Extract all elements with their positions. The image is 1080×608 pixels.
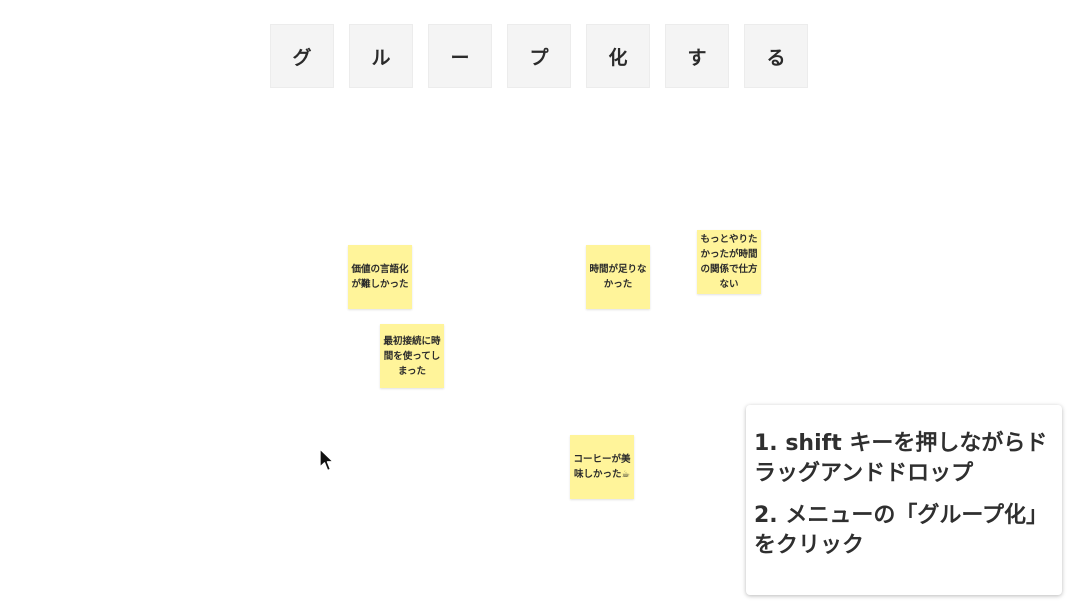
instruction-step-1: 1. shift キーを押しながらドラッグアンドドロップ: [754, 431, 1048, 486]
sticky-note[interactable]: もっとやりたかったが時間の関係で仕方ない: [697, 230, 761, 294]
sticky-note[interactable]: 時間が足りなかった: [586, 245, 650, 309]
title-tile[interactable]: グ: [270, 24, 334, 88]
title-tile[interactable]: る: [744, 24, 808, 88]
title-tile[interactable]: プ: [507, 24, 571, 88]
title-tile[interactable]: す: [665, 24, 729, 88]
mouse-pointer-icon: [319, 448, 334, 472]
title-tile[interactable]: 化: [586, 24, 650, 88]
title-tile[interactable]: ル: [349, 24, 413, 88]
title-tile[interactable]: ー: [428, 24, 492, 88]
sticky-note[interactable]: 価値の言語化が難しかった: [348, 245, 412, 309]
sticky-note[interactable]: コーヒーが美味しかった☕: [570, 435, 634, 499]
title-tiles: グ ル ー プ 化 す る: [270, 24, 808, 88]
instruction-step-2: 2. メニューの「グループ化」をクリック: [754, 503, 1049, 558]
sticky-note[interactable]: 最初接続に時間を使ってしまった: [380, 324, 444, 388]
instruction-card: 1. shift キーを押しながらドラッグアンドドロップ 2. メニューの「グル…: [746, 405, 1062, 595]
whiteboard-canvas[interactable]: グ ル ー プ 化 す る 価値の言語化が難しかった 時間が足りなかった もっと…: [0, 0, 1080, 608]
